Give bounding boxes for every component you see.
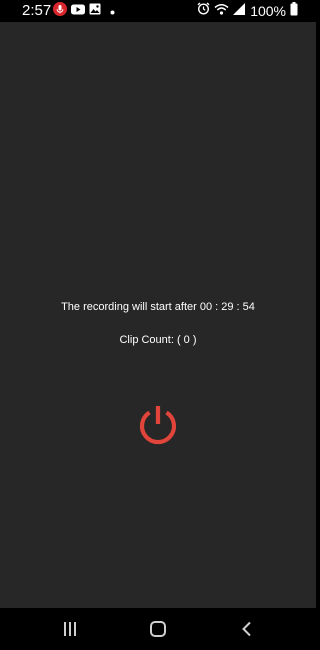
back-button[interactable] [233, 616, 261, 642]
home-icon [150, 621, 166, 637]
dot-icon [110, 2, 115, 20]
wifi-icon [214, 2, 229, 20]
status-bar: 2:57 100% [0, 0, 316, 22]
microphone-recording-icon [53, 1, 67, 21]
alarm-icon [197, 2, 210, 20]
recent-apps-icon [64, 622, 76, 636]
back-icon [242, 621, 251, 637]
status-system-icons: 100% [197, 1, 298, 21]
recording-countdown-text: The recording will start after 00 : 29 :… [61, 301, 255, 313]
youtube-icon [71, 2, 85, 20]
app-screen: 2:57 100% The recording will start after… [0, 0, 316, 650]
navigation-bar [0, 608, 316, 650]
recent-apps-button[interactable] [56, 616, 84, 642]
status-notification-icons [53, 1, 115, 21]
battery-percentage: 100% [250, 3, 286, 19]
power-button[interactable] [136, 403, 180, 447]
gallery-icon [89, 2, 101, 20]
signal-icon [233, 2, 246, 20]
clip-count-text: Clip Count: ( 0 ) [119, 334, 197, 346]
status-time: 2:57 [22, 2, 52, 19]
home-button[interactable] [144, 616, 172, 642]
power-icon [139, 406, 177, 445]
battery-icon [290, 1, 298, 21]
